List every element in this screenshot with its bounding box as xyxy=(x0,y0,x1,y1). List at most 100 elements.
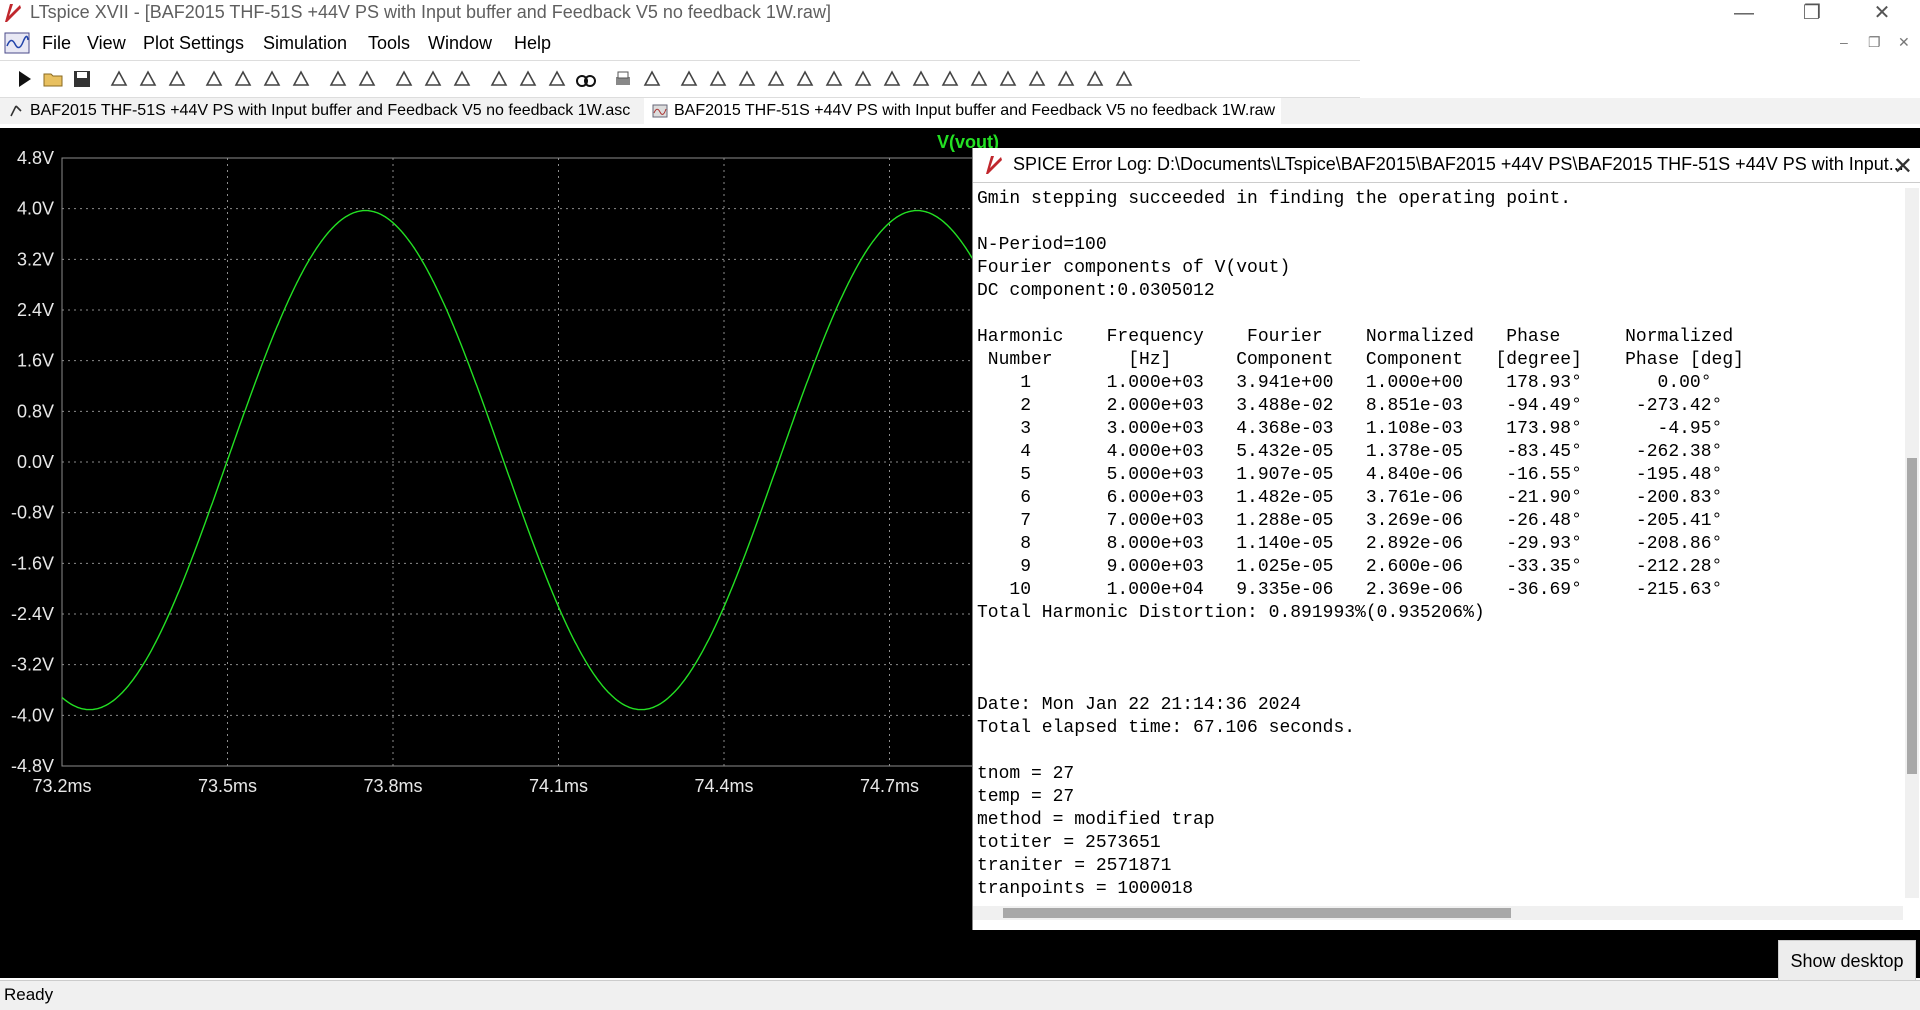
tab-schematic[interactable]: BAF2015 THF-51S +44V PS with Input buffe… xyxy=(0,98,636,124)
toolbar xyxy=(0,60,1360,98)
plot-window-icon[interactable] xyxy=(4,32,30,54)
control-panel-icon[interactable] xyxy=(107,67,131,91)
error-log-close-button[interactable]: ✕ xyxy=(1893,152,1913,181)
y-tick-label: 2.4V xyxy=(17,300,54,320)
status-bar: Ready xyxy=(0,980,1920,1010)
mdi-restore-button[interactable]: ❐ xyxy=(1868,34,1881,51)
error-log-line xyxy=(977,648,1877,671)
y-tick-label: -2.4V xyxy=(11,604,54,624)
cascade-icon[interactable] xyxy=(421,67,445,91)
menu-view[interactable]: View xyxy=(87,33,126,54)
error-log-line: 8 8.000e+03 1.140e-05 2.892e-06 -29.93° … xyxy=(977,534,1723,554)
x-tick-label: 74.1ms xyxy=(529,776,588,796)
cut-icon[interactable] xyxy=(487,67,511,91)
error-log-line: 4 4.000e+03 5.432e-05 1.378e-05 -83.45° … xyxy=(977,442,1723,462)
close-button[interactable]: ✕ xyxy=(1854,0,1910,28)
x-tick-label: 74.4ms xyxy=(694,776,753,796)
tab-waveform[interactable]: BAF2015 THF-51S +44V PS with Input buffe… xyxy=(644,98,1282,124)
error-log-line: Total elapsed time: 67.106 seconds. xyxy=(977,718,1356,738)
text-icon[interactable] xyxy=(1083,67,1107,91)
component-icon[interactable] xyxy=(880,67,904,91)
tile-vertical-icon[interactable] xyxy=(450,67,474,91)
menu-tools[interactable]: Tools xyxy=(368,33,410,54)
error-log-line: Gmin stepping succeeded in finding the o… xyxy=(977,189,1572,209)
y-tick-label: 4.0V xyxy=(17,199,54,219)
undo-icon[interactable] xyxy=(967,67,991,91)
error-log-line: Fourier components of V(vout) xyxy=(977,258,1291,278)
error-log-line xyxy=(977,303,1877,326)
menu-file[interactable]: File xyxy=(42,33,71,54)
tab-schematic-label: BAF2015 THF-51S +44V PS with Input buffe… xyxy=(30,102,631,119)
error-log-line: 10 1.000e+04 9.335e-06 2.369e-06 -36.69°… xyxy=(977,580,1723,600)
error-log-text[interactable]: Gmin stepping succeeded in finding the o… xyxy=(977,188,1877,898)
zoom-cancel-icon[interactable] xyxy=(289,67,313,91)
mdi-close-button[interactable]: ✕ xyxy=(1898,34,1910,51)
spice-directive-icon[interactable] xyxy=(1112,67,1136,91)
print-preview-icon[interactable] xyxy=(640,67,664,91)
redo-icon[interactable] xyxy=(996,67,1020,91)
paste-icon[interactable] xyxy=(545,67,569,91)
print-icon[interactable] xyxy=(611,67,635,91)
copy-icon[interactable] xyxy=(516,67,540,91)
y-tick-label: -3.2V xyxy=(11,655,54,675)
restore-button[interactable]: ❐ xyxy=(1784,0,1840,28)
window-title: LTspice XVII - [BAF2015 THF-51S +44V PS … xyxy=(30,2,831,22)
error-log-line: Harmonic Frequency Fourier Normalized Ph… xyxy=(977,327,1734,347)
y-tick-label: 0.0V xyxy=(17,452,54,472)
y-tick-label: 0.8V xyxy=(17,401,54,421)
pan-hand-icon[interactable] xyxy=(165,67,189,91)
label-icon[interactable] xyxy=(735,67,759,91)
error-log-line: temp = 27 xyxy=(977,787,1075,807)
tab-waveform-label: BAF2015 THF-51S +44V PS with Input buffe… xyxy=(674,102,1276,119)
mdi-minimize-button[interactable]: – xyxy=(1840,34,1848,50)
error-log-title-bar[interactable]: SPICE Error Log: D:\Documents\LTspice\BA… xyxy=(973,148,1920,183)
zoom-out-icon[interactable] xyxy=(260,67,284,91)
status-text: Ready xyxy=(4,985,54,1004)
y-tick-label: 3.2V xyxy=(17,249,54,269)
resistor-icon[interactable] xyxy=(764,67,788,91)
y-tick-label: -4.0V xyxy=(11,705,54,725)
error-log-line xyxy=(977,671,1877,694)
error-log-horizontal-scroll-thumb[interactable] xyxy=(1003,908,1511,918)
halt-icon[interactable] xyxy=(136,67,160,91)
autorange-icon[interactable] xyxy=(326,67,350,91)
spice-error-log-window: SPICE Error Log: D:\Documents\LTspice\BA… xyxy=(972,148,1920,930)
waveform-icon xyxy=(652,104,668,118)
tile-horizontal-icon[interactable] xyxy=(392,67,416,91)
show-desktop-button[interactable]: Show desktop xyxy=(1778,940,1916,982)
run-icon[interactable] xyxy=(12,67,36,91)
ltspice-logo-icon xyxy=(986,156,1002,174)
find-icon[interactable] xyxy=(574,67,598,91)
wire-icon[interactable] xyxy=(677,67,701,91)
capacitor-icon[interactable] xyxy=(793,67,817,91)
minimize-button[interactable]: — xyxy=(1716,0,1772,28)
ground-icon[interactable] xyxy=(706,67,730,91)
inductor-icon[interactable] xyxy=(822,67,846,91)
x-tick-label: 73.8ms xyxy=(363,776,422,796)
menu-help[interactable]: Help xyxy=(514,33,551,54)
error-log-line: 7 7.000e+03 1.288e-05 3.269e-06 -26.48° … xyxy=(977,511,1723,531)
zoom-area-icon[interactable] xyxy=(231,67,255,91)
diode-icon[interactable] xyxy=(851,67,875,91)
menu-bar: File View Plot Settings Simulation Tools… xyxy=(0,28,1920,58)
title-bar: LTspice XVII - [BAF2015 THF-51S +44V PS … xyxy=(0,0,1920,28)
y-tick-label: -0.8V xyxy=(11,503,54,523)
error-log-line: 6 6.000e+03 1.482e-05 3.761e-06 -21.90° … xyxy=(977,488,1723,508)
rotate-icon[interactable] xyxy=(1025,67,1049,91)
move-icon[interactable] xyxy=(909,67,933,91)
zoom-in-icon[interactable] xyxy=(202,67,226,91)
menu-simulation[interactable]: Simulation xyxy=(263,33,347,54)
save-icon[interactable] xyxy=(70,67,94,91)
grid-icon[interactable] xyxy=(355,67,379,91)
menu-window[interactable]: Window xyxy=(428,33,492,54)
error-log-title: SPICE Error Log: D:\Documents\LTspice\BA… xyxy=(1013,154,1904,174)
mirror-icon[interactable] xyxy=(1054,67,1078,91)
error-log-line: 1 1.000e+03 3.941e+00 1.000e+00 178.93° … xyxy=(977,373,1712,393)
drag-icon[interactable] xyxy=(938,67,962,91)
error-log-line: tranpoints = 1000018 xyxy=(977,879,1194,898)
menu-plot-settings[interactable]: Plot Settings xyxy=(143,33,244,54)
error-log-line: DC component:0.0305012 xyxy=(977,281,1215,301)
error-log-vertical-scroll-thumb[interactable] xyxy=(1907,458,1917,774)
error-log-line xyxy=(977,625,1877,648)
open-icon[interactable] xyxy=(41,67,65,91)
